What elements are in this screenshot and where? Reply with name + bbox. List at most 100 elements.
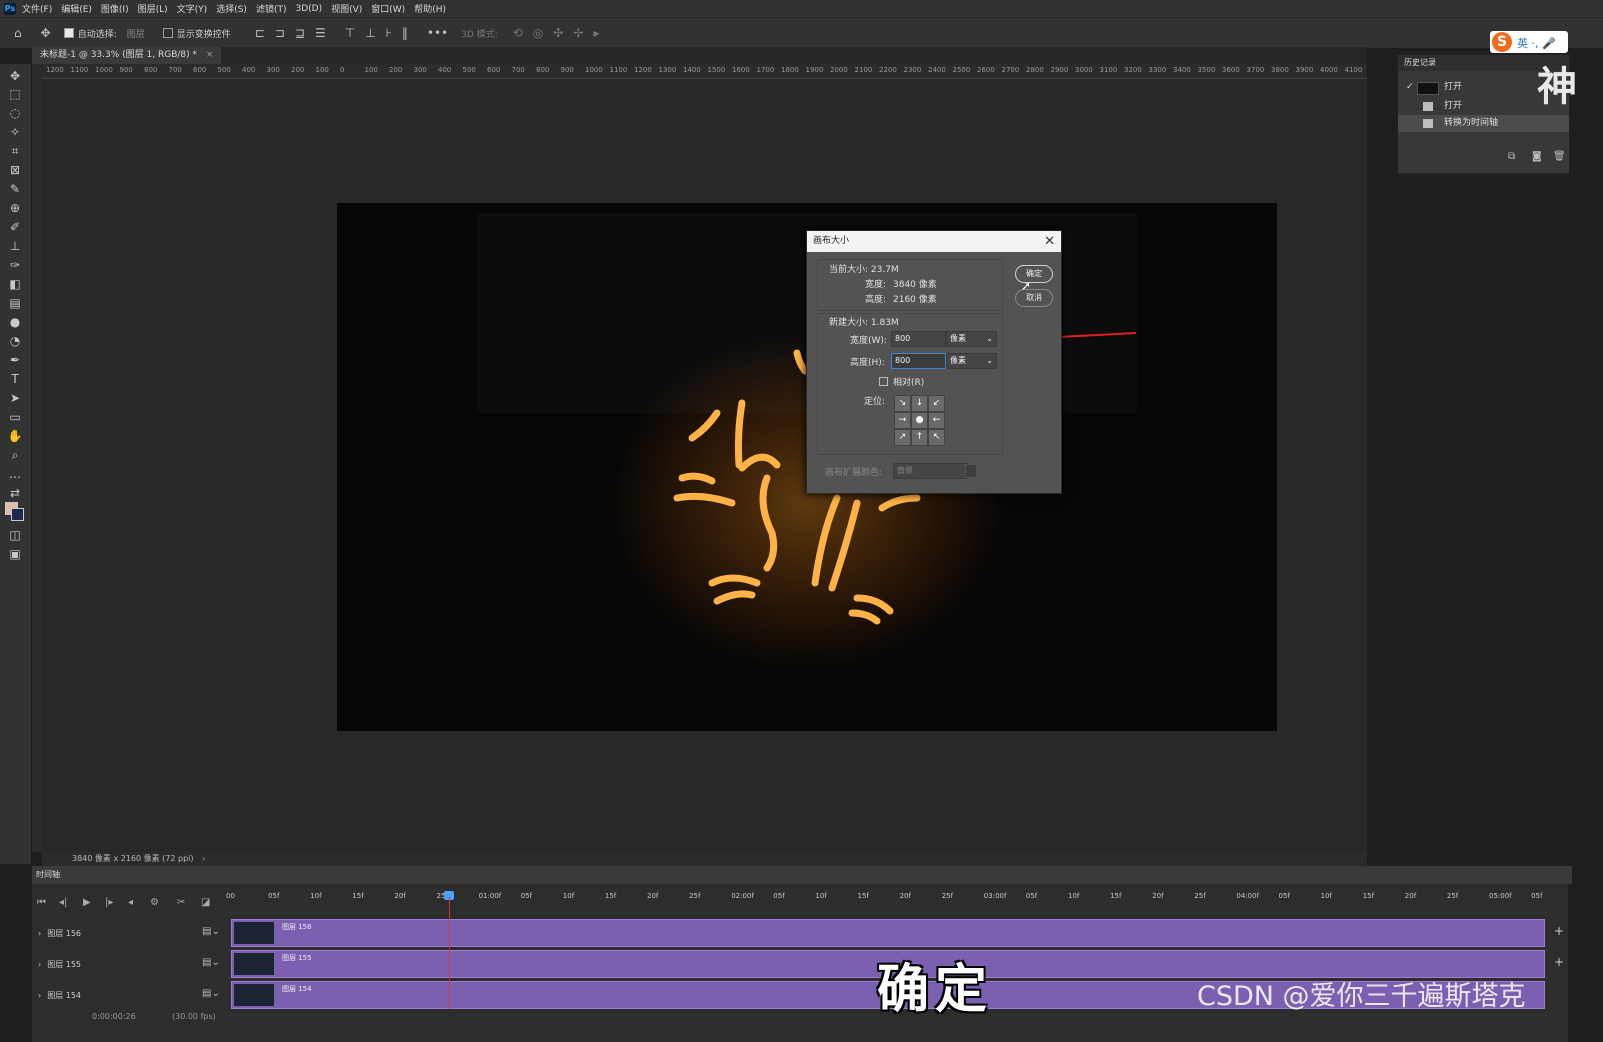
timeline-time-mark: 02:00f: [731, 892, 754, 900]
add-media-icon[interactable]: +: [1554, 955, 1564, 969]
video-caption: 确定: [877, 959, 994, 1020]
timeline-time-mark: 05f: [1531, 892, 1543, 900]
document-size-info: 3840 像素 x 2160 像素 (72 ppi): [72, 854, 194, 863]
new-document-from-state-icon[interactable]: ⧉: [1508, 151, 1515, 162]
height-label: 高度(H):: [850, 358, 885, 368]
history-step-row-selected[interactable]: 转换为时间轴: [1398, 115, 1569, 132]
watermark: CSDN @爱你三千遍斯塔克: [1197, 981, 1526, 1012]
document-status-bar: 3840 像素 x 2160 像素 (72 ppi) ›: [42, 852, 1367, 866]
chevron-down-icon: ⌄: [986, 334, 993, 343]
height-unit-select[interactable]: 像素 ⌄: [946, 353, 997, 369]
expand-chevron-icon[interactable]: ›: [38, 960, 41, 969]
timeline-time-mark: 04:00f: [1236, 892, 1260, 900]
layer-row-label[interactable]: › 图层 154: [38, 990, 81, 1001]
snapshot-camera-icon[interactable]: ◙: [1532, 151, 1542, 162]
timeline-time-mark: 20f: [647, 892, 659, 900]
current-height-value: 2160 像素: [893, 295, 937, 305]
layer-row-label[interactable]: › 图层 155: [38, 959, 82, 970]
layer-clip[interactable]: 图层 156: [231, 919, 1545, 947]
timeline-time-mark: 15f: [1362, 892, 1375, 900]
timeline-time-mark: 10f: [1068, 892, 1080, 900]
timeline-time-mark: 15f: [604, 892, 617, 900]
anchor-grid: ↘ ↓ ↙ → ● ← ↗ ↑ ↖: [894, 395, 945, 446]
anchor-top-left[interactable]: ↘: [894, 395, 911, 412]
relative-label: 相对(R): [893, 378, 925, 388]
new-size-label: 新建大小: 1.83M: [829, 318, 899, 328]
delete-state-icon[interactable]: 🗑: [1553, 151, 1566, 162]
width-label: 宽度(W):: [850, 336, 887, 346]
status-expand-icon[interactable]: ›: [202, 854, 205, 863]
history-item-label: 转换为时间轴: [1444, 118, 1499, 128]
clip-label: 图层 156: [282, 923, 312, 931]
timeline-ruler[interactable]: 00 05f 10f 15f 20f 25f 01:00f 05f 10f 15f 20f 25f 02…: [32, 866, 1568, 906]
timeline-time-mark: 10f: [562, 892, 575, 900]
timeline-time-mark: 03:00f: [983, 892, 1007, 900]
timeline-time-mark: 05f: [773, 892, 785, 900]
expand-chevron-icon[interactable]: ›: [38, 929, 41, 938]
timeline-time-mark: 15f: [1110, 892, 1122, 900]
close-icon[interactable]: ✕: [1044, 231, 1055, 252]
document-icon: [1423, 119, 1433, 128]
timeline-time-mark: 20f: [1404, 892, 1417, 900]
timeline-time-mark: 05f: [268, 892, 280, 900]
history-brush-source-icon[interactable]: ✓: [1406, 79, 1414, 96]
canvas-size-dialog: 画布大小 ✕ 当前大小: 23.7M 宽度: 3840 像素 高度: 2160 …: [806, 230, 1062, 494]
layer-name: 图层 155: [47, 960, 82, 969]
timeline-time-mark: 10f: [310, 892, 322, 900]
history-item-label: 打开: [1444, 101, 1463, 111]
timeline-time-mark: 15f: [352, 892, 364, 900]
playhead-line: [449, 897, 450, 1009]
current-height-label: 高度:: [865, 295, 887, 305]
anchor-middle-right[interactable]: ←: [928, 412, 945, 429]
expand-chevron-icon[interactable]: ›: [38, 991, 41, 1000]
mouse-cursor-icon: ➚: [1021, 279, 1032, 293]
timeline-time-mark: 05f: [1278, 892, 1290, 900]
timeline-time-mark: 25f: [1194, 892, 1206, 900]
timeline-time-mark: 05:00f: [1489, 892, 1512, 900]
anchor-top-center[interactable]: ↓: [911, 395, 928, 412]
film-strip-icon[interactable]: ▤⌄: [202, 988, 220, 999]
clip-label: 图层 154: [282, 985, 312, 993]
chevron-down-icon: ⌄: [986, 356, 993, 365]
height-unit-value: 像素: [950, 356, 966, 365]
current-size-label: 当前大小: 23.7M: [829, 265, 899, 275]
timeline-time-mark: 25f: [1446, 892, 1459, 900]
width-unit-value: 像素: [950, 334, 966, 343]
document-icon: [1423, 102, 1433, 111]
anchor-bottom-center[interactable]: ↑: [911, 429, 928, 446]
width-unit-select[interactable]: 像素 ⌄: [946, 331, 997, 347]
anchor-bottom-left[interactable]: ↗: [894, 429, 911, 446]
timeline-time-mark: 10f: [815, 892, 827, 900]
timeline-time-mark: 20f: [899, 892, 911, 900]
layer-row-label[interactable]: › 图层 156: [38, 928, 82, 939]
width-input[interactable]: 800: [891, 331, 946, 347]
extension-color-swatch[interactable]: [965, 464, 977, 478]
current-width-value: 3840 像素: [893, 280, 937, 290]
dialog-titlebar[interactable]: 画布大小 ✕: [807, 231, 1061, 252]
timeline-time-mark: 00: [226, 892, 235, 900]
clip-label: 图层 155: [282, 954, 312, 962]
history-item-label: 打开: [1444, 82, 1463, 92]
height-input[interactable]: 800: [891, 353, 946, 369]
clip-thumbnail: [234, 922, 274, 944]
anchor-label: 定位:: [864, 397, 886, 407]
layer-name: 图层 156: [47, 929, 82, 938]
relative-checkbox[interactable]: [879, 377, 888, 386]
extension-color-select[interactable]: 背景: [893, 463, 968, 479]
extension-color-label: 画布扩展颜色:: [825, 468, 883, 478]
anchor-center[interactable]: ●: [911, 412, 928, 429]
current-width-label: 宽度:: [865, 280, 887, 290]
anchor-top-right[interactable]: ↙: [928, 395, 945, 412]
timeline-time-mark: 10f: [1320, 892, 1332, 900]
timeline-time-mark: 05f: [520, 892, 533, 900]
anchor-middle-left[interactable]: →: [894, 412, 911, 429]
timeline-time-mark: 01:00f: [478, 892, 502, 900]
add-media-icon[interactable]: +: [1554, 924, 1564, 938]
film-strip-icon[interactable]: ▤⌄: [202, 957, 220, 968]
dialog-title: 画布大小: [813, 236, 850, 246]
film-strip-icon[interactable]: ▤⌄: [202, 926, 220, 937]
timeline-time-mark: 15f: [857, 892, 869, 900]
clip-thumbnail: [234, 984, 274, 1006]
anchor-bottom-right[interactable]: ↖: [928, 429, 945, 446]
current-time: 0:00:00:26: [92, 1012, 136, 1021]
